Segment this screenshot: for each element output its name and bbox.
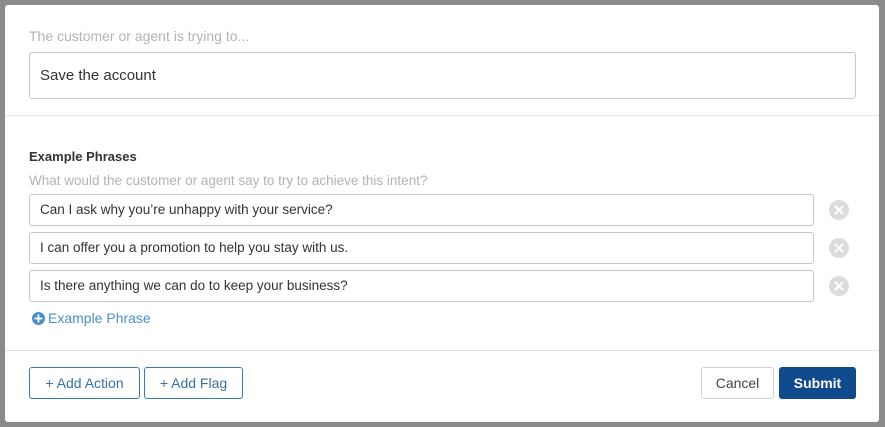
remove-phrase-button[interactable] <box>829 276 849 296</box>
example-phrases-hint: What would the customer or agent say to … <box>29 173 428 188</box>
phrase-row: I can offer you a promotion to help you … <box>29 232 859 264</box>
phrase-row: Is there anything we can do to keep your… <box>29 270 859 302</box>
phrase-input[interactable]: I can offer you a promotion to help you … <box>29 232 814 264</box>
intent-hint: The customer or agent is trying to... <box>29 28 250 44</box>
intent-dialog: The customer or agent is trying to... Sa… <box>5 5 879 422</box>
close-icon <box>834 281 844 291</box>
intent-input[interactable]: Save the account <box>29 52 856 99</box>
remove-phrase-button[interactable] <box>829 238 849 258</box>
example-phrases-title: Example Phrases <box>29 149 137 164</box>
plus-circle-icon <box>32 311 45 325</box>
submit-button[interactable]: Submit <box>779 367 856 399</box>
cancel-button[interactable]: Cancel <box>701 367 774 399</box>
add-action-button[interactable]: + Add Action <box>29 367 140 399</box>
add-example-phrase-label: Example Phrase <box>48 310 151 326</box>
section-divider <box>5 115 879 116</box>
add-flag-button[interactable]: + Add Flag <box>144 367 243 399</box>
close-icon <box>834 205 844 215</box>
phrase-input[interactable]: Can I ask why you’re unhappy with your s… <box>29 194 814 226</box>
add-example-phrase-link[interactable]: Example Phrase <box>32 310 151 326</box>
phrase-row: Can I ask why you’re unhappy with your s… <box>29 194 859 226</box>
footer-divider <box>5 350 879 351</box>
remove-phrase-button[interactable] <box>829 200 849 220</box>
close-icon <box>834 243 844 253</box>
phrase-input[interactable]: Is there anything we can do to keep your… <box>29 270 814 302</box>
